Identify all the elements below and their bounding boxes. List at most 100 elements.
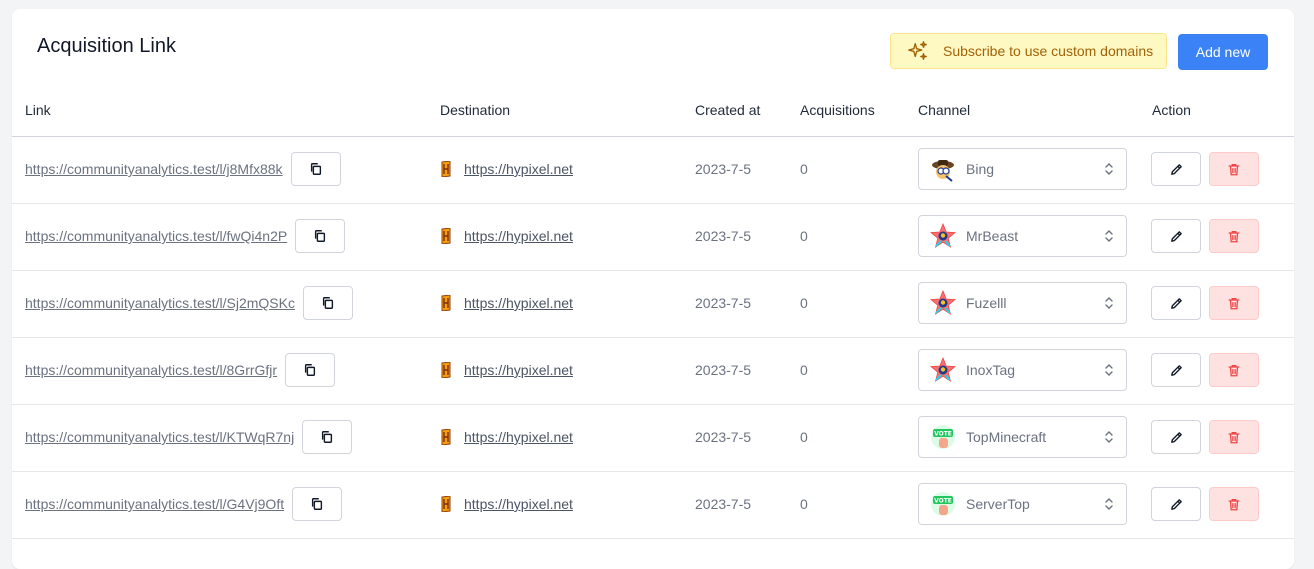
action-cell [1151, 404, 1259, 470]
acquisition-link[interactable]: https://communityanalytics.test/l/KTWqR7… [25, 429, 294, 445]
acquisition-link[interactable]: https://communityanalytics.test/l/8GrrGf… [25, 362, 277, 378]
pencil-icon [1170, 297, 1182, 309]
acquisitions-value: 0 [800, 429, 808, 445]
destination-link[interactable]: https://hypixel.net [464, 496, 573, 512]
trash-icon [1228, 431, 1240, 443]
chevron-up-down-icon [1105, 163, 1113, 175]
link-cell: https://communityanalytics.test/l/Sj2mQS… [25, 270, 353, 336]
channel-cell: VOTE ServerTop [918, 471, 1127, 537]
action-cell [1151, 203, 1259, 269]
delete-button[interactable] [1209, 487, 1259, 521]
channel-cell: Fuzelll [918, 270, 1127, 336]
star-avatar-icon [929, 289, 957, 316]
edit-button[interactable] [1151, 420, 1201, 454]
table-row: https://communityanalytics.test/l/G4Vj9O… [12, 471, 1294, 539]
link-cell: https://communityanalytics.test/l/j8Mfx8… [25, 136, 341, 202]
action-cell [1151, 136, 1259, 202]
channel-cell: Bing [918, 136, 1127, 202]
copy-link-button[interactable] [285, 353, 336, 387]
column-header-link: Link [25, 102, 51, 118]
delete-button[interactable] [1209, 219, 1259, 253]
acquisition-link[interactable]: https://communityanalytics.test/l/fwQi4n… [25, 228, 287, 244]
table-row: https://communityanalytics.test/l/8GrrGf… [12, 337, 1294, 405]
acquisition-link[interactable]: https://communityanalytics.test/l/Sj2mQS… [25, 295, 295, 311]
star-avatar-icon [929, 356, 957, 383]
delete-button[interactable] [1209, 420, 1259, 454]
acquisitions-value: 0 [800, 496, 808, 512]
acquisitions-value: 0 [800, 362, 808, 378]
subscribe-label: Subscribe to use custom domains [943, 43, 1154, 59]
pencil-icon [1170, 364, 1182, 376]
delete-button[interactable] [1209, 286, 1259, 320]
copy-link-button[interactable] [295, 219, 346, 253]
channel-cell: InoxTag [918, 337, 1127, 403]
table-row: https://communityanalytics.test/l/fwQi4n… [12, 203, 1294, 271]
copy-icon [322, 297, 334, 309]
copy-icon [310, 163, 321, 175]
delete-button[interactable] [1209, 152, 1259, 186]
column-header-action: Action [1152, 102, 1191, 118]
action-cell [1151, 471, 1259, 537]
destination-cell: https://hypixel.net [440, 270, 573, 336]
channel-label: InoxTag [966, 362, 1016, 378]
channel-select[interactable]: MrBeast [918, 215, 1127, 257]
column-header-acquisitions: Acquisitions [800, 102, 875, 118]
destination-link[interactable]: https://hypixel.net [464, 161, 573, 177]
edit-button[interactable] [1151, 219, 1201, 253]
acquisitions-value: 0 [800, 228, 808, 244]
add-new-button[interactable]: Add new [1178, 34, 1268, 70]
action-cell [1151, 270, 1259, 336]
channel-label: MrBeast [966, 228, 1019, 244]
edit-button[interactable] [1151, 487, 1201, 521]
destination-link[interactable]: https://hypixel.net [464, 295, 573, 311]
hypixel-logo-icon [441, 228, 451, 244]
channel-label: TopMinecraft [966, 429, 1047, 445]
acquisition-link-card: Acquisition Link Subscribe to use custom… [12, 9, 1294, 569]
link-cell: https://communityanalytics.test/l/G4Vj9O… [25, 471, 343, 537]
sparkle-icon [908, 41, 927, 60]
chevron-up-down-icon [1105, 230, 1113, 242]
hypixel-logo-icon [441, 496, 451, 512]
destination-cell: https://hypixel.net [440, 136, 573, 202]
acquisition-link[interactable]: https://communityanalytics.test/l/G4Vj9O… [25, 496, 284, 512]
bing-avatar-icon [930, 156, 956, 182]
edit-button[interactable] [1151, 286, 1201, 320]
channel-label: Fuzelll [966, 295, 1007, 311]
star-avatar-icon [929, 222, 957, 249]
pencil-icon [1170, 498, 1182, 510]
copy-icon [315, 230, 326, 242]
chevron-up-down-icon [1105, 364, 1113, 376]
channel-cell: VOTE TopMinecraft [918, 404, 1127, 470]
acquisitions-value: 0 [800, 161, 808, 177]
created-at-value: 2023-7-5 [695, 429, 752, 445]
destination-link[interactable]: https://hypixel.net [464, 429, 573, 445]
destination-link[interactable]: https://hypixel.net [464, 362, 573, 378]
column-header-destination: Destination [440, 102, 511, 118]
destination-link[interactable]: https://hypixel.net [464, 228, 573, 244]
destination-cell: https://hypixel.net [440, 337, 573, 403]
trash-icon [1228, 364, 1240, 376]
edit-button[interactable] [1151, 152, 1201, 186]
action-cell [1151, 337, 1259, 403]
acquisition-link[interactable]: https://communityanalytics.test/l/j8Mfx8… [25, 161, 283, 177]
channel-select[interactable]: InoxTag [918, 349, 1127, 391]
copy-link-button[interactable] [302, 286, 353, 320]
trash-icon [1228, 498, 1240, 510]
pencil-icon [1170, 163, 1182, 175]
subscribe-custom-domains-banner[interactable]: Subscribe to use custom domains [890, 33, 1167, 69]
delete-button[interactable] [1209, 353, 1259, 387]
trash-icon [1228, 163, 1240, 175]
vote-avatar-icon: VOTE [930, 491, 956, 517]
channel-select[interactable]: VOTE TopMinecraft [918, 416, 1127, 458]
copy-link-button[interactable] [292, 487, 343, 521]
copy-link-button[interactable] [302, 420, 353, 454]
vote-avatar-icon: VOTE [930, 424, 956, 450]
created-at-value: 2023-7-5 [695, 161, 752, 177]
edit-button[interactable] [1151, 353, 1201, 387]
copy-link-button[interactable] [290, 152, 341, 186]
channel-cell: MrBeast [918, 203, 1127, 269]
page-title: Acquisition Link [37, 35, 176, 57]
channel-select[interactable]: VOTE ServerTop [918, 483, 1127, 525]
channel-select[interactable]: Bing [918, 148, 1127, 190]
channel-select[interactable]: Fuzelll [918, 282, 1127, 324]
